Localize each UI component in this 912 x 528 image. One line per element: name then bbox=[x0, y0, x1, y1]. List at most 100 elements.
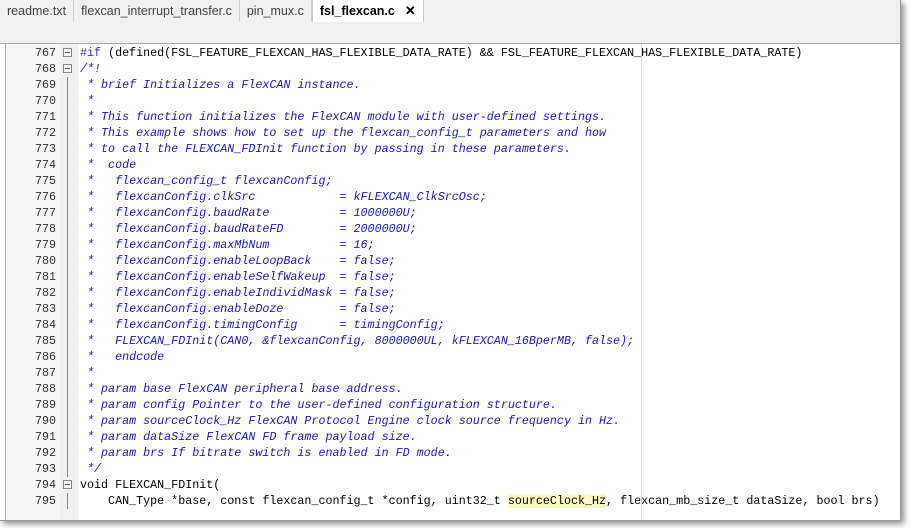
code-token: * bbox=[80, 94, 95, 108]
code-token: void FLEXCAN_FDInit( bbox=[80, 478, 221, 492]
tab-flexcan-interrupt-transfer-c[interactable]: flexcan_interrupt_transfer.c bbox=[74, 0, 240, 22]
code-line[interactable]: 779 * flexcanConfig.maxMbNum = 16; bbox=[6, 237, 900, 253]
code-text: void FLEXCAN_FDInit( bbox=[80, 477, 220, 493]
code-text: */ bbox=[80, 461, 101, 477]
line-number: 769 bbox=[34, 78, 56, 92]
code-line[interactable]: 768 /*! bbox=[6, 61, 900, 77]
code-line[interactable]: 795 CAN_Type *base, const flexcan_config… bbox=[6, 493, 900, 509]
code-token: * param config Pointer to the user-defin… bbox=[80, 398, 557, 412]
code-text: /*! bbox=[80, 61, 101, 77]
fold-line bbox=[67, 173, 68, 189]
code-line[interactable]: 793 */ bbox=[6, 461, 900, 477]
tab-fsl-flexcan-c[interactable]: fsl_flexcan.c ✕ bbox=[311, 0, 424, 22]
line-number: 793 bbox=[34, 462, 56, 476]
code-line[interactable]: 771 * This function initializes the Flex… bbox=[6, 109, 900, 125]
line-number: 770 bbox=[34, 94, 56, 108]
fold-line bbox=[67, 365, 68, 381]
code-token: * code bbox=[80, 158, 137, 172]
code-token: * brief Initializes a FlexCAN instance. bbox=[80, 78, 361, 92]
code-line[interactable]: 792 * param brs If bitrate switch is ena… bbox=[6, 445, 900, 461]
code-text: * param base FlexCAN peripheral base add… bbox=[80, 381, 403, 397]
toolbar bbox=[0, 22, 900, 44]
tab-label: pin_mux.c bbox=[246, 4, 304, 18]
line-number: 779 bbox=[34, 238, 56, 252]
tab-readme-txt[interactable]: readme.txt bbox=[0, 0, 75, 22]
fold-line bbox=[67, 429, 68, 445]
code-line[interactable]: 774 * code bbox=[6, 157, 900, 173]
code-line[interactable]: 784 * flexcanConfig.timingConfig = timin… bbox=[6, 317, 900, 333]
line-number: 776 bbox=[34, 190, 56, 204]
code-line[interactable]: 781 * flexcanConfig.enableSelfWakeup = f… bbox=[6, 269, 900, 285]
tab-label: flexcan_interrupt_transfer.c bbox=[81, 4, 232, 18]
code-line[interactable]: 794 void FLEXCAN_FDInit( bbox=[6, 477, 900, 493]
code-line[interactable]: 778 * flexcanConfig.baudRateFD = 2000000… bbox=[6, 221, 900, 237]
code-line[interactable]: 785 * FLEXCAN_FDInit(CAN0, &flexcanConfi… bbox=[6, 333, 900, 349]
line-number: 781 bbox=[34, 270, 56, 284]
fold-line bbox=[67, 493, 68, 509]
code-line[interactable]: 783 * flexcanConfig.enableDoze = false; bbox=[6, 301, 900, 317]
fold-collapse-icon[interactable] bbox=[63, 480, 72, 489]
tab-bar: readme.txt flexcan_interrupt_transfer.c pi… bbox=[0, 0, 900, 23]
code-token: * flexcanConfig.clkSrc = kFLEXCAN_ClkSrc… bbox=[80, 190, 487, 204]
tab-label: readme.txt bbox=[7, 4, 67, 18]
code-token: * flexcanConfig.baudRateFD = 2000000U; bbox=[80, 222, 417, 236]
line-number: 772 bbox=[34, 126, 56, 140]
code-line[interactable]: 788 * param base FlexCAN peripheral base… bbox=[6, 381, 900, 397]
code-text: * param config Pointer to the user-defin… bbox=[80, 397, 557, 413]
code-line[interactable]: 780 * flexcanConfig.enableLoopBack = fal… bbox=[6, 253, 900, 269]
code-line[interactable]: 772 * This example shows how to set up t… bbox=[6, 125, 900, 141]
fold-line bbox=[67, 157, 68, 173]
fold-line bbox=[67, 189, 68, 205]
code-token: */ bbox=[80, 462, 102, 476]
line-number: 791 bbox=[34, 430, 56, 444]
code-token: * This function initializes the FlexCAN … bbox=[80, 110, 607, 124]
code-line[interactable]: 777 * flexcanConfig.baudRate = 1000000U; bbox=[6, 205, 900, 221]
code-text: * This example shows how to set up the f… bbox=[80, 125, 606, 141]
line-number: 780 bbox=[34, 254, 56, 268]
code-line[interactable]: 791 * param dataSize FlexCAN FD frame pa… bbox=[6, 429, 900, 445]
fold-collapse-icon[interactable] bbox=[63, 48, 72, 57]
fold-collapse-icon[interactable] bbox=[63, 64, 72, 73]
code-text: * brief Initializes a FlexCAN instance. bbox=[80, 77, 361, 93]
code-line[interactable]: 775 * flexcan_config_t flexcanConfig; bbox=[6, 173, 900, 189]
code-line[interactable]: 790 * param sourceClock_Hz FlexCAN Proto… bbox=[6, 413, 900, 429]
fold-line bbox=[67, 205, 68, 221]
code-token: * flexcanConfig.timingConfig = timingCon… bbox=[80, 318, 445, 332]
highlighted-token: sourceClock_Hz bbox=[507, 494, 607, 508]
line-number: 773 bbox=[34, 142, 56, 156]
code-editor[interactable]: 767 #if (defined(FSL_FEATURE_FLEXCAN_HAS_… bbox=[5, 44, 900, 520]
code-text: * flexcanConfig.enableSelfWakeup = false… bbox=[80, 269, 396, 285]
code-token: , flexcan_mb_size_t dataSize, bool brs) bbox=[606, 494, 880, 508]
code-line[interactable]: 787 * bbox=[6, 365, 900, 381]
code-token: * flexcanConfig.enableLoopBack = false; bbox=[80, 254, 396, 268]
code-token: #if bbox=[80, 46, 102, 60]
code-text: * endcode bbox=[80, 349, 164, 365]
fold-line bbox=[67, 381, 68, 397]
code-line[interactable]: 782 * flexcanConfig.enableIndividMask = … bbox=[6, 285, 900, 301]
fold-line bbox=[67, 301, 68, 317]
code-text: * flexcanConfig.baudRateFD = 2000000U; bbox=[80, 221, 417, 237]
line-number: 784 bbox=[34, 318, 56, 332]
line-number: 778 bbox=[34, 222, 56, 236]
code-text: * param brs If bitrate switch is enabled… bbox=[80, 445, 452, 461]
code-line[interactable]: 769 * brief Initializes a FlexCAN instan… bbox=[6, 77, 900, 93]
code-line[interactable]: 767 #if (defined(FSL_FEATURE_FLEXCAN_HAS_… bbox=[6, 45, 900, 61]
code-text: * This function initializes the FlexCAN … bbox=[80, 109, 606, 125]
code-token: * flexcanConfig.enableDoze = false; bbox=[80, 302, 396, 316]
code-line[interactable]: 770 * bbox=[6, 93, 900, 109]
code-line[interactable]: 776 * flexcanConfig.clkSrc = kFLEXCAN_Cl… bbox=[6, 189, 900, 205]
line-number: 794 bbox=[34, 478, 56, 492]
code-token: * FLEXCAN_FDInit(CAN0, &flexcanConfig, 8… bbox=[80, 334, 635, 348]
code-line[interactable]: 789 * param config Pointer to the user-d… bbox=[6, 397, 900, 413]
code-line[interactable]: 786 * endcode bbox=[6, 349, 900, 365]
fold-line bbox=[67, 461, 68, 477]
editor-window: readme.txt flexcan_interrupt_transfer.c pi… bbox=[0, 0, 901, 521]
close-tab-icon[interactable]: ✕ bbox=[405, 3, 416, 18]
code-token: * param brs If bitrate switch is enabled… bbox=[80, 446, 452, 460]
tab-pin-mux-c[interactable]: pin_mux.c bbox=[239, 0, 312, 22]
code-line[interactable]: 773 * to call the FLEXCAN_FDInit functio… bbox=[6, 141, 900, 157]
code-text: CAN_Type *base, const flexcan_config_t *… bbox=[80, 493, 880, 509]
tab-label: fsl_flexcan.c bbox=[319, 4, 395, 18]
code-token: * flexcanConfig.enableIndividMask = fals… bbox=[80, 286, 396, 300]
code-text: * flexcanConfig.maxMbNum = 16; bbox=[80, 237, 375, 253]
